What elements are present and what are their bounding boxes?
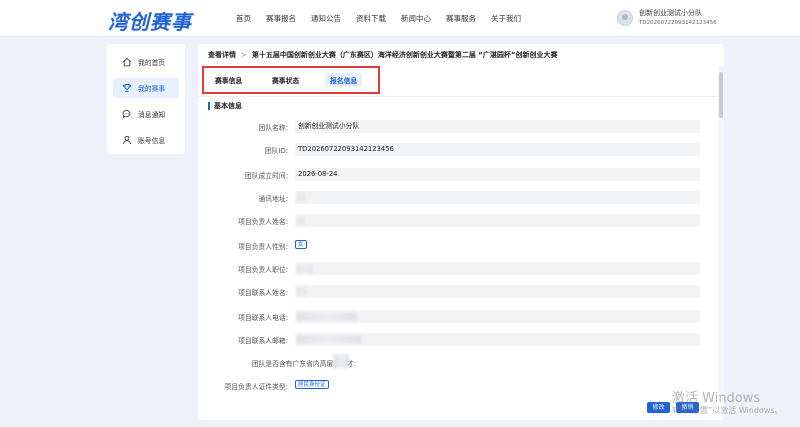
main-nav: 首页 赛事报名 通知公告 资料下载 新闻中心 赛事服务 关于我们: [236, 13, 536, 24]
divider: [198, 96, 724, 97]
redacted-mask: [297, 335, 361, 344]
field-label-contact-email: 项目联系人邮箱:: [238, 337, 288, 345]
sidebar-item-home[interactable]: 我的首页: [113, 52, 179, 72]
field-value-team-id: TD20260722093142123456: [295, 143, 700, 156]
field-label-team-id: 团队ID:: [264, 147, 288, 155]
nav-downloads[interactable]: 资料下载: [356, 13, 386, 24]
scrollbar[interactable]: [718, 66, 724, 396]
user-icon: [122, 135, 132, 145]
redacted-mask: [297, 287, 307, 296]
section-title: 基本信息: [208, 101, 242, 111]
user-name: 创新创业测试小分队: [639, 9, 702, 17]
sidebar-item-messages[interactable]: 消息通知: [113, 104, 179, 124]
nav-registration[interactable]: 赛事报名: [266, 13, 296, 24]
message-icon: [122, 109, 132, 119]
scrollbar-thumb[interactable]: [719, 72, 723, 118]
sidebar-item-label: 我的赛事: [138, 85, 166, 93]
field-label-id-type: 项目负责人证件类型:: [224, 383, 288, 391]
redacted-mask: [333, 354, 349, 368]
breadcrumb-title: 第十五届中国创新创业大赛（广东赛区）海洋经济创新创业大赛暨第二届 “广湛园杯”创…: [251, 51, 558, 59]
field-label-leader-name: 项目负责人姓名:: [238, 218, 288, 226]
field-value-contact-name: [295, 285, 700, 298]
field-label-contact-name: 项目联系人姓名:: [238, 289, 288, 297]
home-icon: [122, 57, 132, 67]
sidebar: 我的首页 我的赛事 消息通知 账号信息: [107, 44, 185, 154]
field-label-leader-position: 项目负责人职位:: [238, 266, 288, 274]
nav-about[interactable]: 关于我们: [491, 13, 521, 24]
redacted-mask: [297, 193, 305, 202]
field-value-founded-date: 2026-08-24: [295, 168, 700, 181]
detail-panel: 查看详情 > 第十五届中国创新创业大赛（广东赛区）海洋经济创新创业大赛暨第二届 “广…: [198, 44, 724, 420]
sidebar-item-label: 消息通知: [138, 111, 166, 119]
field-label-founded-date: 团队成立时间:: [244, 172, 288, 180]
field-label-team-name: 团队名称:: [258, 124, 288, 132]
user-menu[interactable]: 创新创业测试小分队 TD20260722093142123456: [617, 8, 717, 28]
tab-event-status[interactable]: 赛事状态: [272, 75, 299, 85]
field-value-leader-gender: 女: [295, 240, 307, 249]
field-value-leader-name: [295, 214, 700, 227]
field-label-contact-phone: 项目联系人电话:: [238, 314, 288, 322]
tab-bar-highlight: 赛事信息 赛事状态 报名信息: [202, 66, 380, 94]
redacted-mask: [297, 312, 357, 321]
breadcrumb: 查看详情 > 第十五届中国创新创业大赛（广东赛区）海洋经济创新创业大赛暨第二届 “广…: [208, 50, 558, 60]
tab-registration-info[interactable]: 报名信息: [325, 73, 363, 87]
activation-watermark-title: 激活 Windows: [672, 391, 761, 406]
field-value-id-type: 居民身份证: [295, 380, 329, 389]
nav-announcements[interactable]: 通知公告: [311, 13, 341, 24]
field-label-address: 通讯地址:: [258, 195, 288, 203]
section-title-text: 基本信息: [214, 102, 242, 110]
field-value-team-name: 创新创业测试小分队: [295, 120, 700, 133]
redacted-mask: [297, 264, 313, 273]
sidebar-item-label: 账号信息: [138, 137, 166, 145]
sidebar-item-my-events[interactable]: 我的赛事: [113, 78, 179, 98]
avatar[interactable]: [617, 10, 633, 26]
edit-button[interactable]: 修改: [647, 402, 670, 413]
site-logo[interactable]: 湾创赛事: [108, 6, 192, 35]
nav-services[interactable]: 赛事服务: [446, 13, 476, 24]
trophy-icon: [122, 83, 132, 93]
redacted-mask: [297, 216, 305, 225]
nav-home[interactable]: 首页: [236, 13, 251, 24]
section-marker: [208, 102, 210, 110]
user-id: TD20260722093142123456: [639, 20, 717, 26]
breadcrumb-separator: >: [241, 51, 247, 59]
sidebar-item-label: 我的首页: [138, 59, 166, 67]
field-value-address: [295, 191, 700, 204]
nav-news[interactable]: 新闻中心: [401, 13, 431, 24]
tab-event-info[interactable]: 赛事信息: [215, 75, 242, 85]
top-navbar: 湾创赛事 首页 赛事报名 通知公告 资料下载 新闻中心 赛事服务 关于我们 创新…: [0, 0, 800, 37]
breadcrumb-root[interactable]: 查看详情: [208, 51, 236, 59]
activation-watermark-hint: 转到“设置”以激活 Windows。: [672, 406, 783, 415]
sidebar-item-account[interactable]: 账号信息: [113, 130, 179, 150]
field-label-leader-gender: 项目负责人性别:: [238, 243, 288, 251]
field-value-leader-position: [295, 262, 700, 275]
